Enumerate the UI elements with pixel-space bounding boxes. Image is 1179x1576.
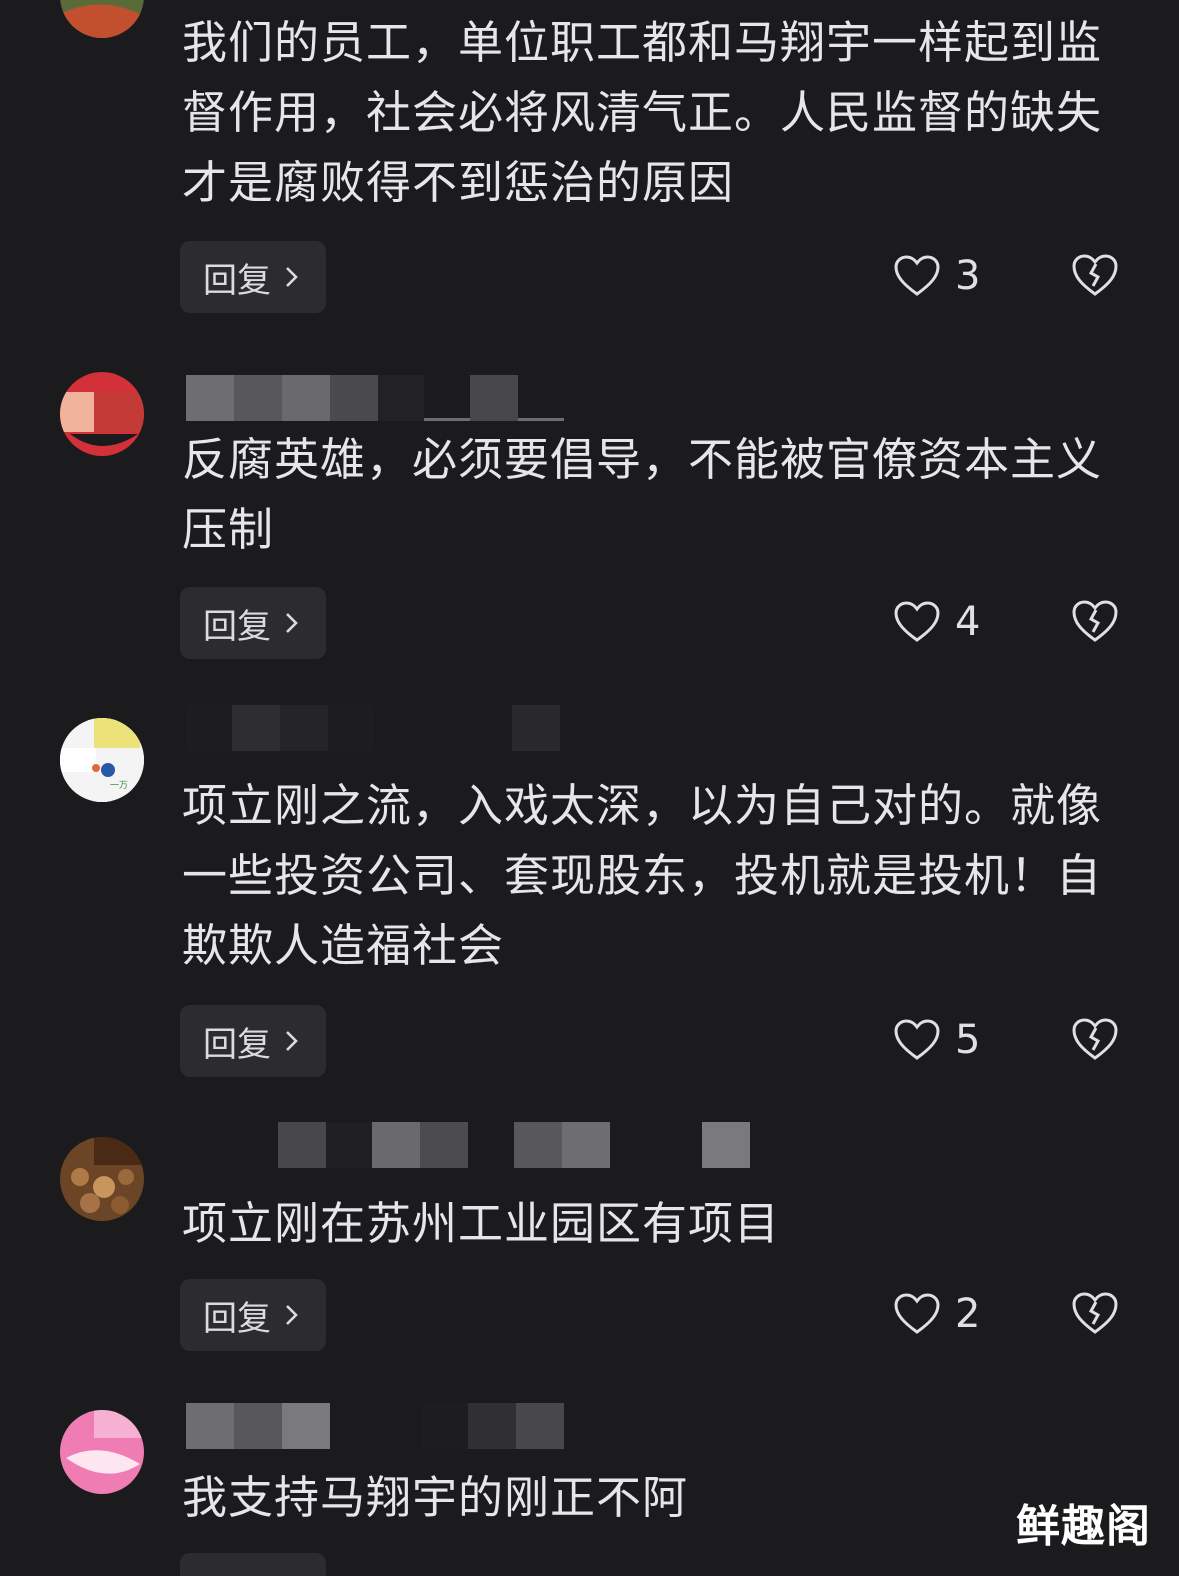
heart-outline-icon [894,1019,940,1060]
reply-label: 回复 [203,606,271,647]
broken-heart-icon[interactable] [1070,250,1120,300]
avatar[interactable] [60,0,144,38]
comment-text: 我们的员工，单位职工都和马翔宇一样起到监督作用，社会必将风清气正。人民监督的缺失… [182,16,1103,209]
avatar[interactable]: 一万 [60,718,144,802]
reply-button[interactable] [180,1553,326,1576]
like-button[interactable]: 5 [893,1010,980,1070]
reply-button[interactable]: 回复 [180,1279,326,1351]
comment-feed: 我们的员工，单位职工都和马翔宇一样起到监督作用，社会必将风清气正。人民监督的缺失… [0,0,1179,1576]
svg-text:一万: 一万 [110,781,128,791]
heart-outline-icon [894,1293,940,1334]
like-count: 5 [955,1017,981,1063]
broken-heart-icon[interactable] [1070,1014,1120,1064]
comment-text: 项立刚之流，入戏太深，以为自己对的。就像一些投资公司、套现股东，投机就是投机！自… [182,779,1103,972]
username-blurred[interactable] [186,705,560,751]
reply-button[interactable]: 回复 [180,587,326,659]
username-blurred[interactable] [186,1122,750,1168]
username-blurred[interactable] [186,375,564,421]
chevron-right-icon [286,1031,298,1051]
reply-label: 回复 [203,1298,271,1339]
watermark: 鲜趣阁 [1016,1501,1151,1552]
like-count: 2 [955,1291,981,1337]
avatar[interactable] [60,372,144,456]
comment-text: 我支持马翔宇的刚正不阿 [182,1471,689,1524]
like-button[interactable]: 3 [893,246,980,306]
comment-text: 项立刚在苏州工业园区有项目 [182,1197,781,1250]
avatar[interactable] [60,1137,144,1221]
chevron-right-icon [286,267,298,287]
like-button[interactable]: 2 [893,1284,980,1344]
chevron-right-icon [286,1305,298,1325]
broken-heart-icon[interactable] [1070,596,1120,646]
comment-text: 反腐英雄，必须要倡导，不能被官僚资本主义压制 [182,433,1103,556]
reply-label: 回复 [203,1024,271,1065]
username-blurred[interactable] [186,1403,564,1449]
chevron-right-icon [286,613,298,633]
reply-button[interactable]: 回复 [180,241,326,313]
broken-heart-icon[interactable] [1070,1288,1120,1338]
avatar[interactable] [60,1410,144,1494]
like-button[interactable]: 4 [893,592,980,652]
heart-outline-icon [894,601,940,642]
reply-button[interactable]: 回复 [180,1005,326,1077]
heart-outline-icon [894,255,940,296]
reply-label: 回复 [203,260,271,301]
like-count: 3 [955,253,981,299]
like-count: 4 [955,599,981,645]
